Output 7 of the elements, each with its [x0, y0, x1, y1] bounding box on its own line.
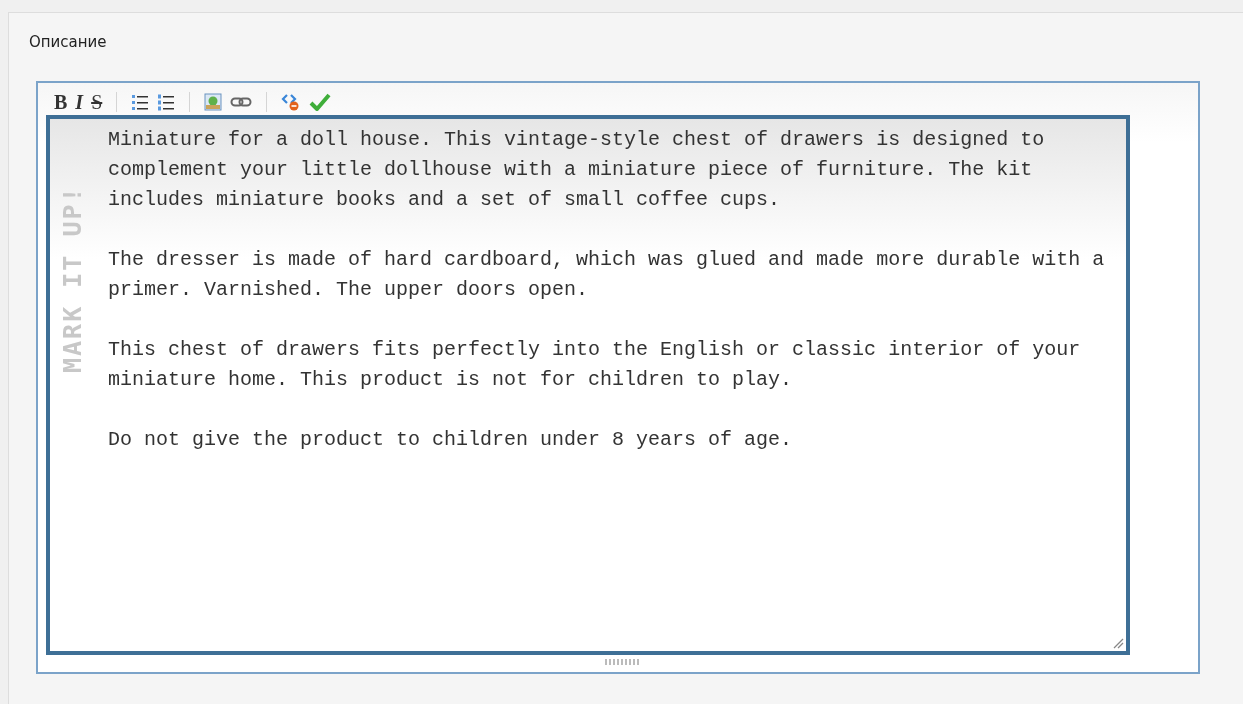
bold-button[interactable]: B	[52, 91, 70, 113]
resize-grip-icon[interactable]	[1112, 637, 1124, 649]
italic-button[interactable]: I	[73, 91, 86, 113]
picture-icon[interactable]	[202, 91, 225, 113]
strikethrough-button[interactable]: S	[89, 91, 105, 113]
section-title: Описание	[29, 33, 108, 53]
resize-handle[interactable]	[605, 659, 639, 665]
